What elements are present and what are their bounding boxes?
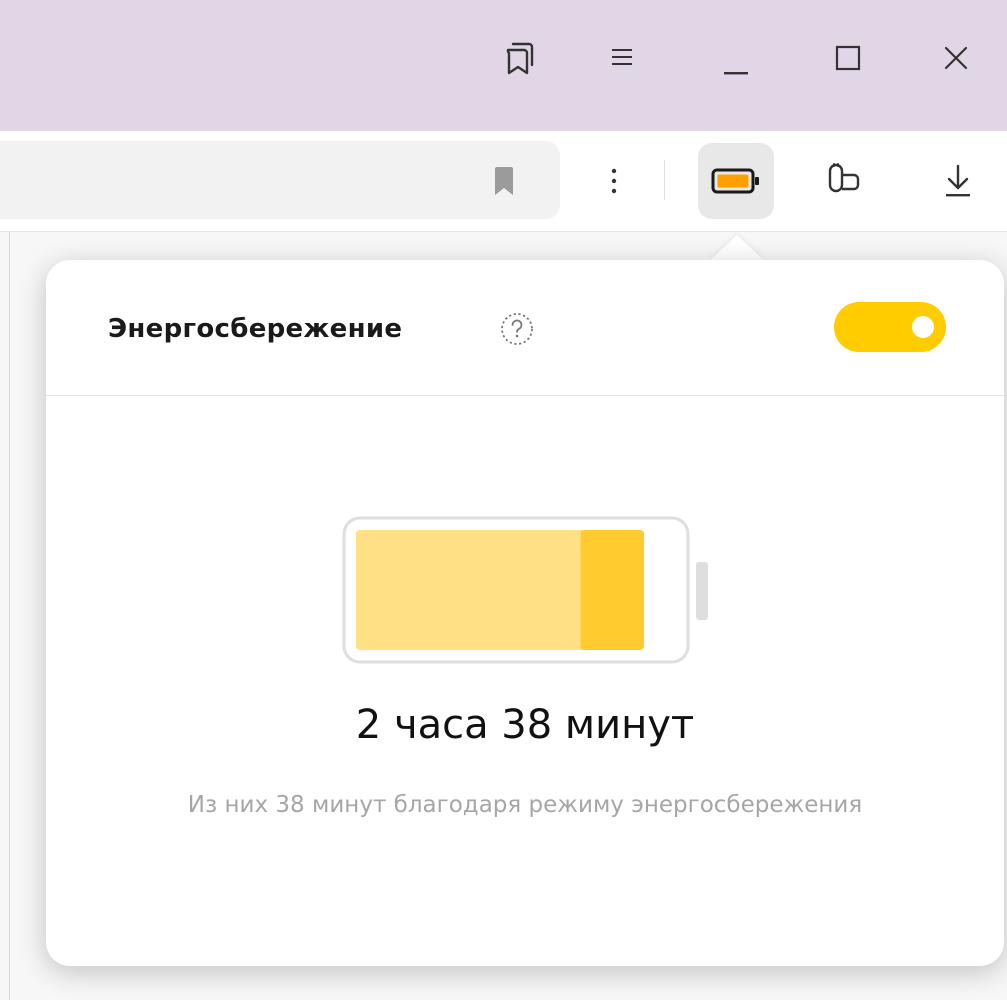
saved-time-note: Из них 38 минут благодаря режиму энергос…: [187, 792, 863, 818]
menu-icon: [612, 49, 632, 65]
bookmark-button[interactable]: [482, 159, 526, 203]
popup-arrow: [709, 235, 765, 261]
tabs-icon: [506, 42, 534, 75]
time-remaining: 2 часа 38 минут: [355, 702, 695, 748]
bookmark-icon: [495, 167, 513, 195]
more-button[interactable]: [582, 149, 646, 213]
battery-button[interactable]: [698, 143, 774, 219]
browser-toolbar: [0, 131, 1007, 232]
window-titlebar: [0, 0, 1007, 131]
energy-saving-toggle[interactable]: [834, 302, 946, 352]
minimize-button[interactable]: [706, 32, 766, 92]
battery-illustration: [342, 516, 690, 664]
popup-title: Энергосбережение: [108, 314, 403, 344]
protect-button[interactable]: [812, 149, 876, 213]
popup-divider: [46, 395, 1004, 396]
page-edge: [9, 232, 10, 1000]
battery-terminal-cap: [696, 562, 708, 620]
energy-saving-popup: Энергосбережение 2 часа 38 минут Из них …: [46, 260, 1004, 966]
protect-icon: [828, 163, 860, 193]
close-icon: [944, 46, 968, 70]
battery-icon: [711, 168, 759, 194]
toolbar-divider: [664, 160, 665, 200]
help-icon: [501, 313, 533, 345]
help-button[interactable]: [498, 310, 536, 348]
maximize-icon: [835, 45, 861, 71]
address-bar[interactable]: [0, 141, 560, 219]
minimize-icon: [724, 72, 748, 75]
maximize-button[interactable]: [818, 28, 878, 88]
battery-saved-fill: [580, 530, 644, 650]
close-button[interactable]: [926, 28, 986, 88]
menu-button[interactable]: [592, 27, 652, 87]
tabs-button[interactable]: [490, 28, 550, 88]
download-button[interactable]: [926, 149, 990, 213]
toggle-knob: [912, 316, 934, 338]
more-vertical-icon: [611, 168, 617, 194]
download-icon: [946, 164, 970, 197]
